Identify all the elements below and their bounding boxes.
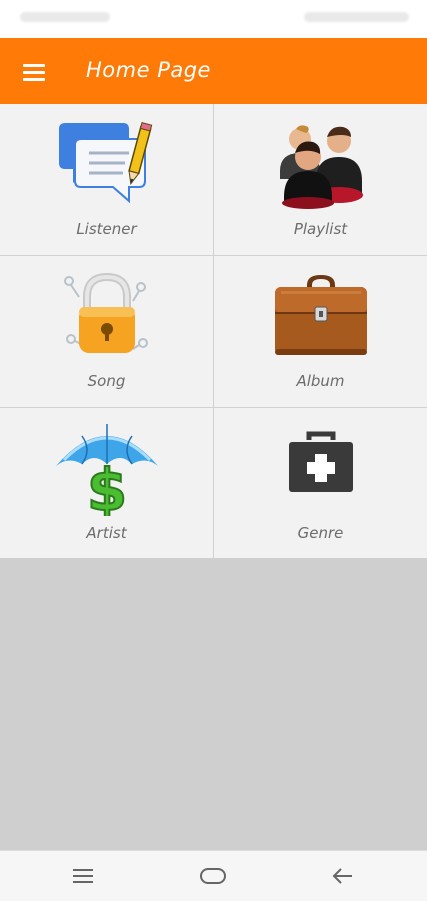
- tile-listener[interactable]: Listener: [0, 104, 213, 254]
- tile-song[interactable]: Song: [0, 256, 213, 406]
- tile-label: Genre: [297, 524, 344, 542]
- tile-playlist[interactable]: Playlist: [214, 104, 427, 254]
- umbrella-dollar-icon: $: [52, 416, 162, 516]
- chat-edit-icon: [52, 112, 162, 212]
- hamburger-menu-icon: [23, 64, 45, 81]
- tile-genre[interactable]: Genre: [214, 408, 427, 558]
- tile-album[interactable]: Album: [214, 256, 427, 406]
- tile-label: Playlist: [293, 220, 348, 238]
- grid-divider-horizontal: [0, 255, 427, 256]
- tile-label: Listener: [76, 220, 137, 238]
- svg-text:$: $: [86, 456, 126, 516]
- tile-label: Album: [296, 372, 345, 390]
- home-icon: [200, 868, 226, 884]
- status-bar: [0, 0, 427, 38]
- recent-apps-icon: [73, 869, 93, 883]
- people-icon: [266, 112, 376, 212]
- padlock-icon: [52, 264, 162, 364]
- grid-divider-vertical: [213, 104, 214, 558]
- app-bar: Home Page: [0, 38, 427, 104]
- back-button[interactable]: [323, 863, 363, 889]
- system-navigation-bar: [0, 850, 427, 901]
- status-indicators: [304, 12, 409, 22]
- grid-divider-horizontal: [0, 407, 427, 408]
- back-icon: [332, 868, 352, 884]
- page-title: Home Page: [86, 58, 211, 82]
- recent-apps-button[interactable]: [63, 863, 103, 889]
- menu-button[interactable]: [14, 54, 54, 90]
- tile-artist[interactable]: $ Artist: [0, 408, 213, 558]
- first-aid-kit-icon: [266, 416, 376, 516]
- tile-label: Song: [87, 372, 126, 390]
- status-time: [20, 12, 110, 22]
- briefcase-icon: [266, 264, 376, 364]
- tile-label: Artist: [86, 524, 127, 542]
- home-button[interactable]: [193, 863, 233, 889]
